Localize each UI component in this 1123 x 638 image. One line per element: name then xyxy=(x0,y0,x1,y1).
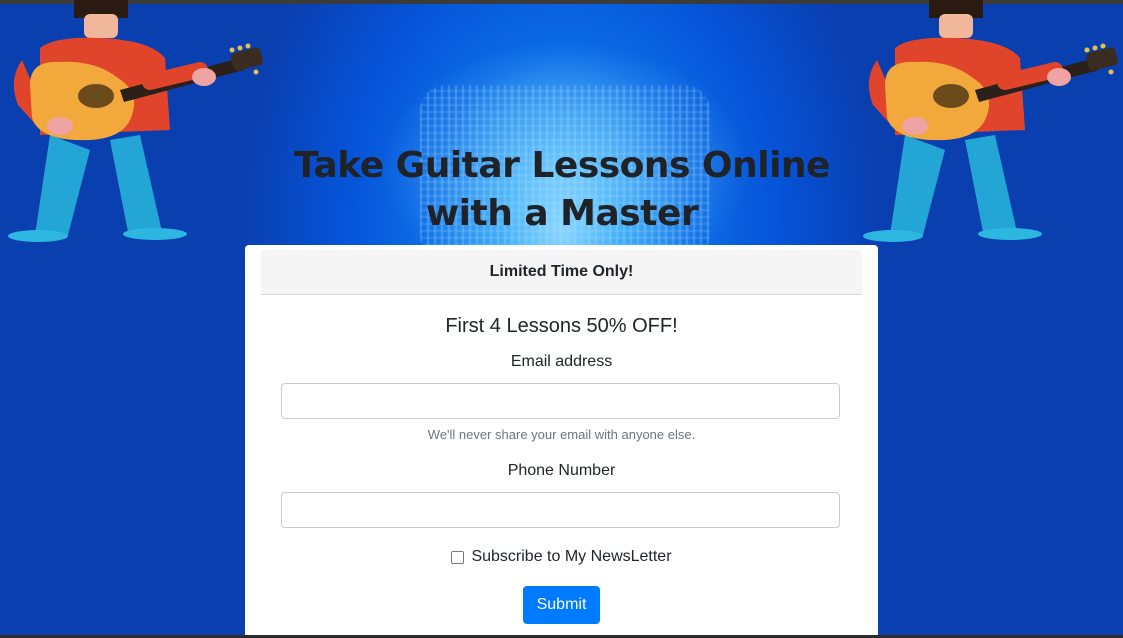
newsletter-row: Subscribe to My NewsLetter xyxy=(245,548,878,566)
landing-page: Take Guitar Lessons Online with a Master… xyxy=(0,0,1123,638)
card-header: Limited Time Only! xyxy=(261,250,862,295)
page-title-line-2: with a Master xyxy=(425,193,699,234)
email-label: Email address xyxy=(510,353,613,370)
guitarist-left-icon xyxy=(8,0,263,242)
submit-button[interactable]: Submit xyxy=(523,586,600,624)
email-field[interactable] xyxy=(281,383,840,419)
page-title-line-1: Take Guitar Lessons Online xyxy=(294,145,830,186)
phone-field[interactable] xyxy=(281,492,840,528)
page-title: Take Guitar Lessons Online with a Master xyxy=(262,142,862,238)
newsletter-label[interactable]: Subscribe to My NewsLetter xyxy=(471,548,671,566)
newsletter-checkbox[interactable] xyxy=(451,550,465,564)
signup-card: Limited Time Only! First 4 Lessons 50% O… xyxy=(245,245,878,638)
guitarist-right-icon xyxy=(863,0,1118,242)
email-help-text: We'll never share your email with anyone… xyxy=(427,427,696,442)
phone-label: Phone Number xyxy=(507,462,616,479)
card-title: First 4 Lessons 50% OFF! xyxy=(445,315,678,337)
